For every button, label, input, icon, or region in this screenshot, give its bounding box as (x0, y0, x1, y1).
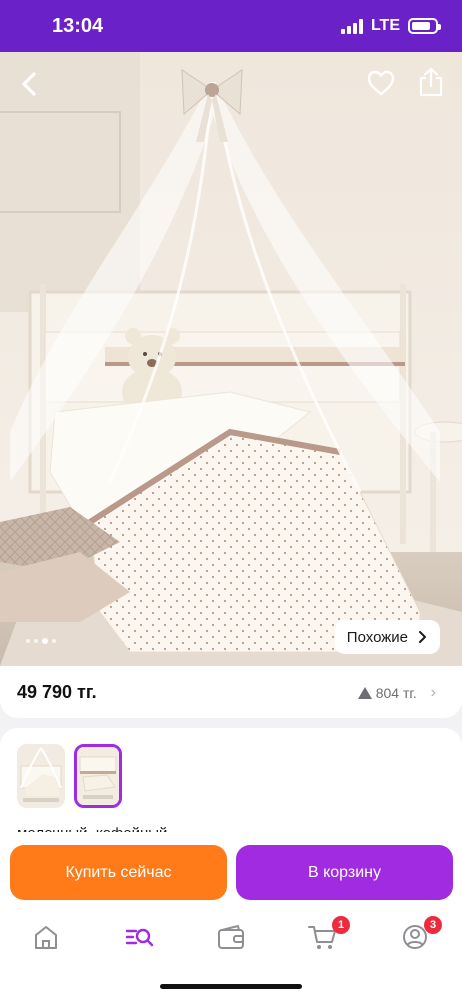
home-indicator (160, 984, 302, 989)
signal-icon (340, 18, 363, 34)
variant-image (77, 747, 119, 805)
catalog-search-icon (125, 928, 154, 947)
status-bar: 13:04 LTE (0, 0, 462, 52)
chevron-left-icon (22, 72, 36, 96)
variant-thumbnail-selected[interactable] (74, 744, 122, 808)
profile-badge: 3 (424, 916, 442, 934)
tab-catalog[interactable] (122, 922, 156, 952)
share-button[interactable] (416, 66, 446, 98)
variant-thumbnail[interactable] (17, 744, 65, 808)
slide-indicator (26, 638, 56, 644)
slide-dot (26, 639, 30, 643)
action-bar: Купить сейчас В корзину (0, 832, 462, 912)
battery-level (412, 22, 430, 30)
share-icon (419, 67, 443, 97)
variant-image (17, 744, 65, 808)
crib-photo-illustration (0, 52, 462, 666)
status-time: 13:04 (52, 15, 104, 37)
product-photo[interactable]: Похожие (0, 52, 462, 666)
wallet-icon (218, 925, 244, 949)
similar-label: Похожие (346, 628, 408, 646)
price-change: 804 тг. (375, 685, 417, 701)
favorite-button[interactable] (366, 68, 396, 98)
buy-now-button[interactable]: Купить сейчас (10, 845, 227, 900)
add-to-cart-button[interactable]: В корзину (236, 845, 453, 900)
tab-home[interactable] (29, 922, 63, 952)
battery-icon (408, 18, 441, 34)
price-card: 49 790 тг. 804 тг. › (0, 666, 462, 718)
home-icon (35, 926, 57, 949)
tab-cart[interactable]: 1 (306, 916, 350, 952)
heart-icon (367, 70, 395, 96)
tab-profile[interactable]: 3 (398, 916, 442, 952)
network-type: LTE (370, 17, 400, 34)
slide-dot (42, 638, 48, 644)
tab-wallet[interactable] (214, 922, 248, 952)
status-icons: LTE (340, 17, 441, 35)
chevron-right-icon: › (430, 684, 436, 701)
back-button[interactable] (12, 66, 48, 102)
price-history-link[interactable]: 804 тг. › (357, 684, 436, 702)
triangle-up-icon (357, 687, 372, 699)
chevron-right-icon (419, 631, 426, 643)
price: 49 790 тг. (17, 682, 97, 702)
slide-dot (52, 639, 56, 643)
cart-badge: 1 (332, 916, 350, 934)
similar-products-button[interactable]: Похожие (334, 620, 440, 654)
slide-dot (34, 639, 38, 643)
